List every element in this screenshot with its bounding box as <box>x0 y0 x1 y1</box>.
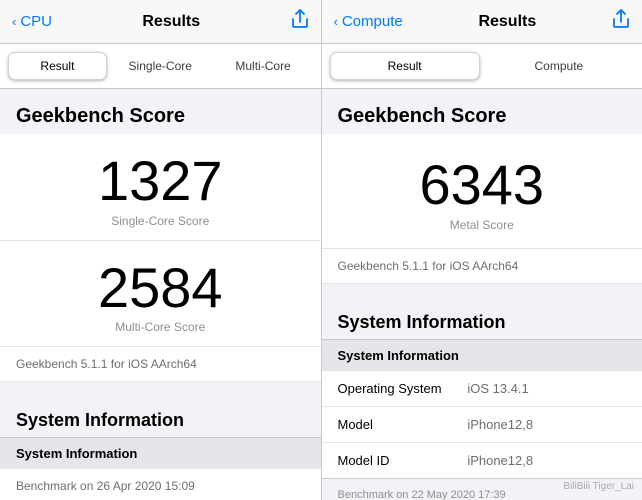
left-table-header: System Information <box>0 438 321 469</box>
left-content: Geekbench Score 1327 Single-Core Score 2… <box>0 89 321 500</box>
right-val-model: iPhone12,8 <box>467 417 533 432</box>
left-table: System Information Benchmark on 26 Apr 2… <box>0 437 321 500</box>
right-scores: 6343 Metal Score <box>322 134 642 248</box>
right-row-model: Model iPhone12,8 <box>322 407 642 443</box>
left-back-label: CPU <box>20 13 52 30</box>
right-val-os: iOS 13.4.1 <box>467 381 528 396</box>
left-geekbench-title: Geekbench Score <box>0 89 321 134</box>
left-score-2: 2584 <box>16 257 305 319</box>
right-tab-compute[interactable]: Compute <box>484 52 634 80</box>
right-platform: Geekbench 5.1.1 for iOS AArch64 <box>322 248 642 284</box>
left-score-label-1: Single-Core Score <box>16 214 305 228</box>
right-spacer <box>322 284 642 296</box>
left-chevron-icon: ‹ <box>12 14 16 29</box>
right-key-os: Operating System <box>338 381 468 396</box>
right-header: ‹ Compute Results <box>322 0 642 44</box>
right-geekbench-title: Geekbench Score <box>322 89 642 134</box>
left-panel: ‹ CPU Results Result Single-Core Multi-C… <box>0 0 322 500</box>
left-back-button[interactable]: ‹ CPU <box>12 13 52 30</box>
right-panel: ‹ Compute Results Result Compute Geekben… <box>322 0 642 500</box>
right-tab-result[interactable]: Result <box>330 52 480 80</box>
right-chevron-icon: ‹ <box>334 14 338 29</box>
right-back-label: Compute <box>342 13 403 30</box>
left-footer-row: Benchmark on 26 Apr 2020 15:09 <box>0 469 321 500</box>
left-header-title: Results <box>52 13 290 31</box>
right-row-os: Operating System iOS 13.4.1 <box>322 371 642 407</box>
right-score-1: 6343 <box>338 154 627 216</box>
right-key-modelid: Model ID <box>338 453 468 468</box>
right-key-model: Model <box>338 417 468 432</box>
left-sysinfo-title: System Information <box>0 394 321 437</box>
right-sysinfo-title: System Information <box>322 296 642 339</box>
right-table: System Information Operating System iOS … <box>322 339 642 479</box>
left-tab-result[interactable]: Result <box>8 52 107 80</box>
left-platform: Geekbench 5.1.1 for iOS AArch64 <box>0 346 321 382</box>
left-tab-bar: Result Single-Core Multi-Core <box>0 44 321 89</box>
right-content: Geekbench Score 6343 Metal Score Geekben… <box>322 89 642 500</box>
right-tab-bar: Result Compute <box>322 44 642 89</box>
right-val-modelid: iPhone12,8 <box>467 453 533 468</box>
right-back-button[interactable]: ‹ Compute <box>334 13 403 30</box>
right-row-modelid: Model ID iPhone12,8 <box>322 443 642 478</box>
right-share-icon[interactable] <box>612 9 630 34</box>
left-share-icon[interactable] <box>291 9 309 34</box>
left-header: ‹ CPU Results <box>0 0 321 44</box>
left-score-label-2: Multi-Core Score <box>16 320 305 334</box>
left-score-1: 1327 <box>16 150 305 212</box>
right-score-label-1: Metal Score <box>338 218 627 232</box>
watermark: BiliBili Tiger_Lai <box>563 481 634 492</box>
right-table-header: System Information <box>322 340 642 371</box>
left-scores: 1327 Single-Core Score 2584 Multi-Core S… <box>0 134 321 346</box>
left-footer-text: Benchmark on 26 Apr 2020 15:09 <box>16 479 305 493</box>
left-spacer <box>0 382 321 394</box>
panels-container: ‹ CPU Results Result Single-Core Multi-C… <box>0 0 642 500</box>
right-header-title: Results <box>403 13 612 31</box>
left-tab-single[interactable]: Single-Core <box>111 52 210 80</box>
left-tab-multi[interactable]: Multi-Core <box>214 52 313 80</box>
